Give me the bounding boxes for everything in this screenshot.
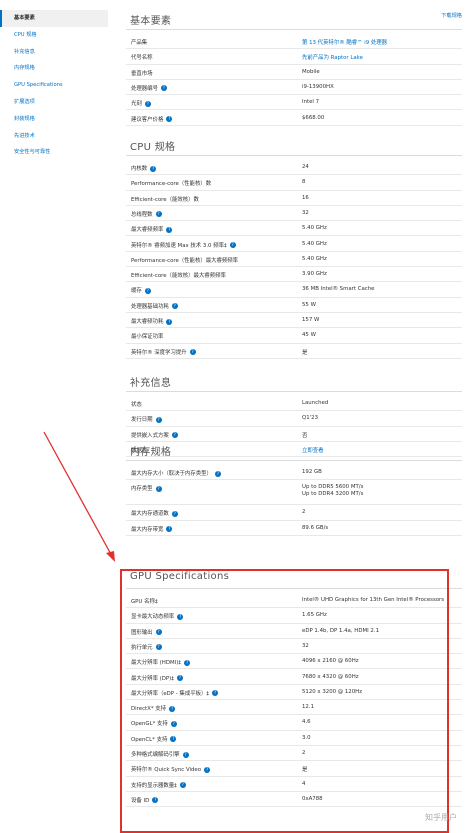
arrow-head xyxy=(106,551,115,562)
arrow-shaft xyxy=(43,431,114,559)
gpu-highlight-box xyxy=(120,569,449,833)
watermark: 知乎用户 xyxy=(425,813,457,822)
